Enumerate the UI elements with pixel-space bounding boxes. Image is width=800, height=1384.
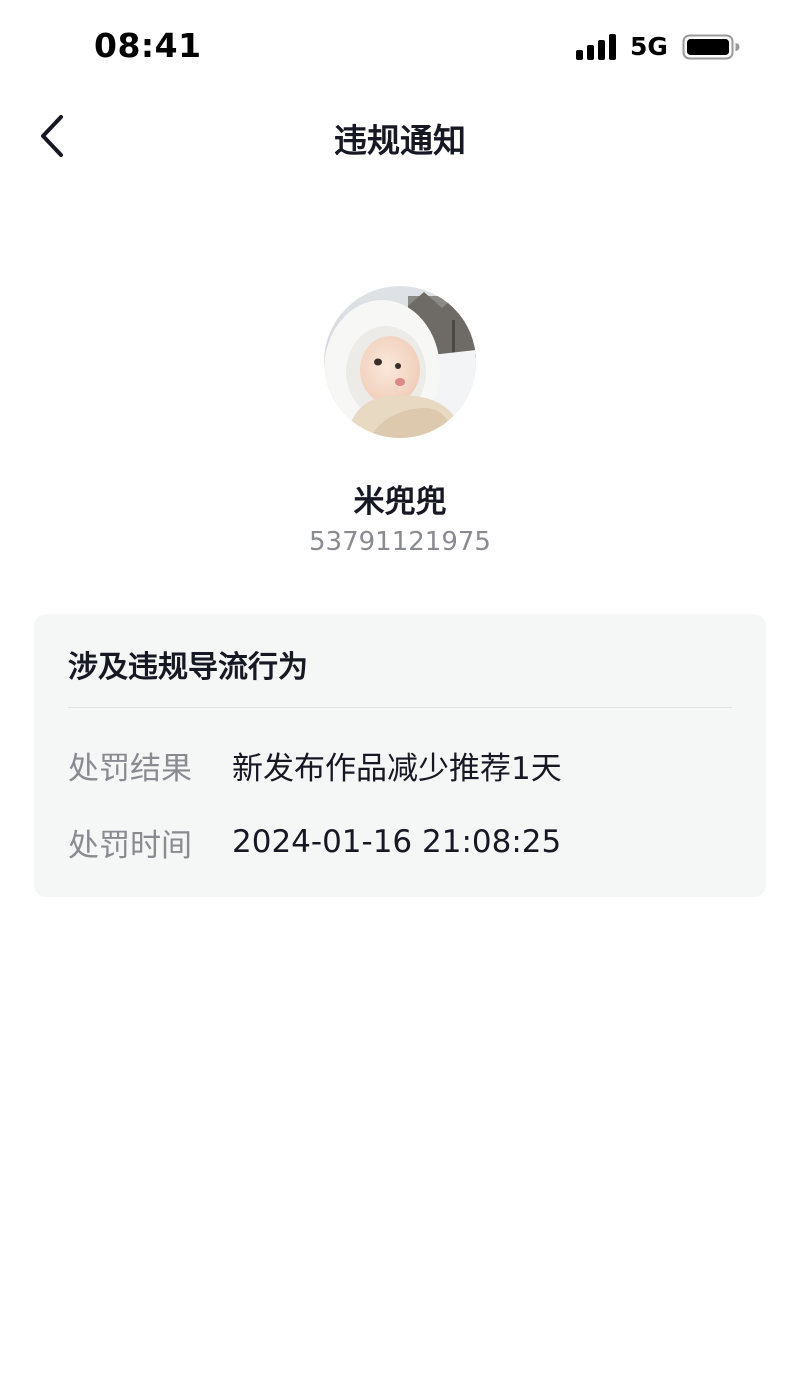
- penalty-result-value: 新发布作品减少推荐1天: [232, 750, 562, 787]
- divider: [68, 707, 732, 708]
- nav-bar: 违规通知: [0, 96, 800, 176]
- penalty-time-value: 2024-01-16 21:08:25: [232, 824, 562, 860]
- violation-title: 涉及违规导流行为: [68, 650, 308, 685]
- status-bar: 08:41 5G: [0, 0, 800, 96]
- network-type: 5G: [630, 32, 668, 61]
- user-id: 53791121975: [309, 527, 491, 557]
- penalty-result-row: 处罚结果 新发布作品减少推荐1天: [68, 745, 562, 787]
- user-name: 米兜兜: [353, 484, 447, 520]
- penalty-result-label: 处罚结果: [68, 750, 192, 787]
- battery-icon: [682, 34, 740, 60]
- page-title: 违规通知: [334, 121, 466, 160]
- violation-card: 涉及违规导流行为 处罚结果 新发布作品减少推荐1天 处罚时间 2024-01-1…: [34, 614, 766, 897]
- penalty-time-label: 处罚时间: [68, 827, 192, 864]
- avatar[interactable]: [324, 286, 476, 438]
- signal-icon: [576, 34, 618, 60]
- status-time: 08:41: [94, 26, 202, 65]
- penalty-time-row: 处罚时间 2024-01-16 21:08:25: [68, 822, 562, 864]
